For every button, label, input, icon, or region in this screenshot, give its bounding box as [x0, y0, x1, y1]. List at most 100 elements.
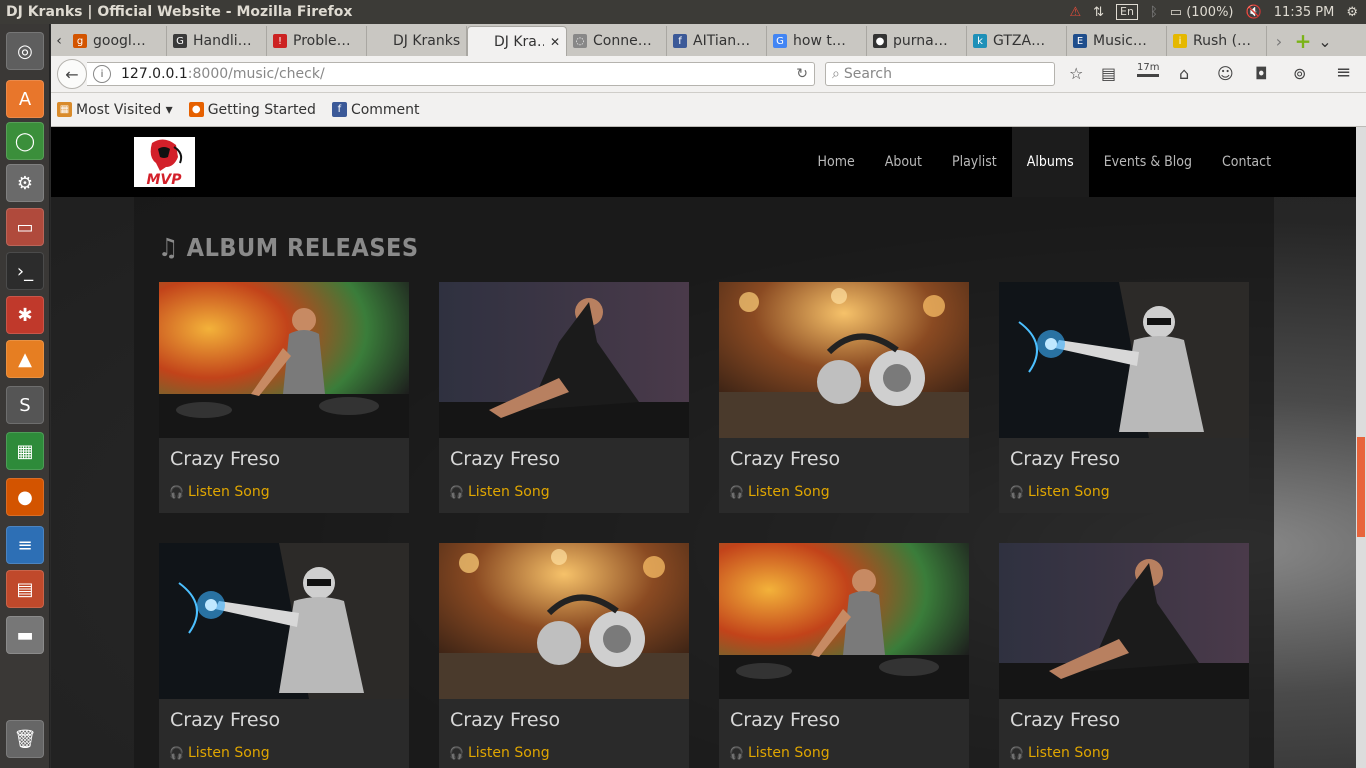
browser-tab[interactable]: Ghow t… — [767, 26, 867, 56]
url-bar[interactable]: i 127.0.0.1:8000/music/check/ ↻ — [87, 62, 815, 86]
browser-tab[interactable]: k GTZA… — [967, 26, 1067, 56]
album-card[interactable]: Crazy Freso 🎧 Listen Song — [439, 543, 689, 768]
listen-song-label: Listen Song — [187, 745, 270, 761]
album-title[interactable]: Crazy Freso — [170, 709, 280, 731]
nav-link[interactable]: Events & Blog — [1089, 127, 1207, 197]
browser-tab[interactable]: E Music… — [1067, 26, 1167, 56]
back-button[interactable]: ← — [57, 59, 87, 89]
browser-tab[interactable]: G Handli… — [167, 26, 267, 56]
album-title[interactable]: Crazy Freso — [730, 709, 840, 731]
nav-link[interactable]: About — [870, 127, 937, 197]
reading-list-icon[interactable]: ▤ — [1101, 64, 1116, 83]
browser-tab[interactable]: ! Proble… — [267, 26, 367, 56]
terminal-icon[interactable]: ›_ — [6, 252, 44, 290]
site-logo[interactable]: MVP — [134, 137, 195, 187]
bluetooth-icon[interactable]: ᛒ — [1150, 5, 1158, 20]
listen-song-link[interactable]: 🎧 Listen Song — [1009, 745, 1110, 761]
album-card[interactable]: Crazy Freso 🎧 Listen Song — [159, 282, 409, 513]
browser-tab[interactable]: DJ Kra… ✕ — [467, 26, 567, 56]
listen-song-link[interactable]: 🎧 Listen Song — [449, 745, 550, 761]
timer-badge[interactable]: 17m — [1137, 62, 1160, 77]
bookmark-item[interactable]: ▦ Most Visited ▾ — [57, 102, 173, 118]
nav-link[interactable]: Playlist — [937, 127, 1012, 197]
firefox-icon[interactable]: ● — [6, 478, 44, 516]
bookmark-star-icon[interactable]: ☆ — [1069, 64, 1083, 83]
browser-tab[interactable]: ◌ Conne… — [567, 26, 667, 56]
site-info-icon[interactable]: i — [93, 65, 111, 83]
listen-song-link[interactable]: 🎧 Listen Song — [169, 484, 270, 500]
ubuntu-home-icon[interactable]: ◎ — [6, 32, 44, 70]
smiley-icon[interactable]: ☺ — [1217, 64, 1234, 83]
browser-tab[interactable]: ● purna… — [867, 26, 967, 56]
keyboard-layout-indicator[interactable]: En — [1116, 4, 1138, 20]
update-manager-icon[interactable]: ◯ — [6, 122, 44, 160]
spreadsheet-icon[interactable]: ▦ — [6, 432, 44, 470]
home-icon[interactable]: ⌂ — [1179, 64, 1189, 83]
album-cover[interactable] — [159, 282, 409, 438]
album-cover[interactable] — [999, 282, 1249, 438]
writer-icon[interactable]: ≡ — [6, 526, 44, 564]
album-title[interactable]: Crazy Freso — [450, 709, 560, 731]
album-cover[interactable] — [999, 543, 1249, 699]
system-settings-icon[interactable]: ⚙ — [6, 164, 44, 202]
album-cover[interactable] — [159, 543, 409, 699]
file-manager-icon[interactable]: ▭ — [6, 208, 44, 246]
listen-song-link[interactable]: 🎧 Listen Song — [169, 745, 270, 761]
network-app-icon[interactable]: ✱ — [6, 296, 44, 334]
tab-favicon-icon: ! — [273, 34, 287, 48]
nav-link[interactable]: Contact — [1207, 127, 1286, 197]
clock[interactable]: 11:35 PM — [1274, 5, 1335, 20]
album-title[interactable]: Crazy Freso — [170, 448, 280, 470]
browser-tab[interactable]: i Rush (… — [1167, 26, 1267, 56]
tab-list-icon[interactable]: ⌄ — [1315, 26, 1335, 56]
new-tab-icon[interactable]: + — [1291, 26, 1315, 56]
album-card[interactable]: Crazy Freso 🎧 Listen Song — [719, 543, 969, 768]
tab-scroll-left-icon[interactable]: ‹ — [51, 26, 67, 56]
sublime-text-icon[interactable]: S — [6, 386, 44, 424]
settings-gear-icon[interactable]: ⚙ — [1346, 5, 1358, 20]
browser-tab[interactable]: f AITian… — [667, 26, 767, 56]
listen-song-link[interactable]: 🎧 Listen Song — [729, 484, 830, 500]
album-card[interactable]: Crazy Freso 🎧 Listen Song — [159, 543, 409, 768]
scrollbar-thumb[interactable] — [1357, 437, 1365, 537]
nav-link[interactable]: Home — [803, 127, 870, 197]
album-title[interactable]: Crazy Freso — [1010, 448, 1120, 470]
album-cover[interactable] — [439, 543, 689, 699]
bookmark-item[interactable]: f Comment — [331, 102, 420, 118]
album-cover[interactable] — [719, 282, 969, 438]
album-title[interactable]: Crazy Freso — [450, 448, 560, 470]
bookmark-item[interactable]: ● Getting Started — [188, 102, 316, 118]
album-title[interactable]: Crazy Freso — [1010, 709, 1120, 731]
dj-logo-icon: MVP — [146, 139, 182, 187]
reload-icon[interactable]: ↻ — [796, 66, 808, 82]
pocket-icon[interactable]: ◘ — [1255, 64, 1268, 83]
album-cover[interactable] — [719, 543, 969, 699]
search-box[interactable]: ⌕ Search — [825, 62, 1055, 86]
network-icon[interactable]: ⇅ — [1093, 5, 1104, 20]
page-scrollbar[interactable] — [1356, 127, 1366, 768]
vlc-icon[interactable]: ▲ — [6, 340, 44, 378]
album-card[interactable]: Crazy Freso 🎧 Listen Song — [439, 282, 689, 513]
album-card[interactable]: Crazy Freso 🎧 Listen Song — [719, 282, 969, 513]
trash-icon[interactable]: 🗑 — [6, 720, 44, 758]
browser-tab[interactable]: g googl… — [67, 26, 167, 56]
menu-hamburger-icon[interactable]: ≡ — [1336, 62, 1351, 83]
tab-scroll-right-icon[interactable]: › — [1267, 26, 1291, 56]
drive-icon[interactable]: ▬ — [6, 616, 44, 654]
close-tab-icon[interactable]: ✕ — [550, 35, 560, 49]
nav-link[interactable]: Albums — [1011, 127, 1089, 197]
listen-song-link[interactable]: 🎧 Listen Song — [1009, 484, 1110, 500]
volume-muted-icon[interactable]: 🔇 — [1246, 5, 1262, 20]
warning-icon[interactable]: ⚠ — [1069, 5, 1081, 20]
sync-icon[interactable]: ⊚ — [1293, 64, 1306, 83]
album-card[interactable]: Crazy Freso 🎧 Listen Song — [999, 282, 1249, 513]
listen-song-link[interactable]: 🎧 Listen Song — [729, 745, 830, 761]
software-center-icon[interactable]: A — [6, 80, 44, 118]
album-card[interactable]: Crazy Freso 🎧 Listen Song — [999, 543, 1249, 768]
impress-icon[interactable]: ▤ — [6, 570, 44, 608]
listen-song-link[interactable]: 🎧 Listen Song — [449, 484, 550, 500]
browser-tab[interactable]: DJ Kranks… — [367, 26, 467, 56]
album-title[interactable]: Crazy Freso — [730, 448, 840, 470]
album-cover[interactable] — [439, 282, 689, 438]
battery-indicator[interactable]: ▭ (100%) — [1170, 5, 1234, 20]
